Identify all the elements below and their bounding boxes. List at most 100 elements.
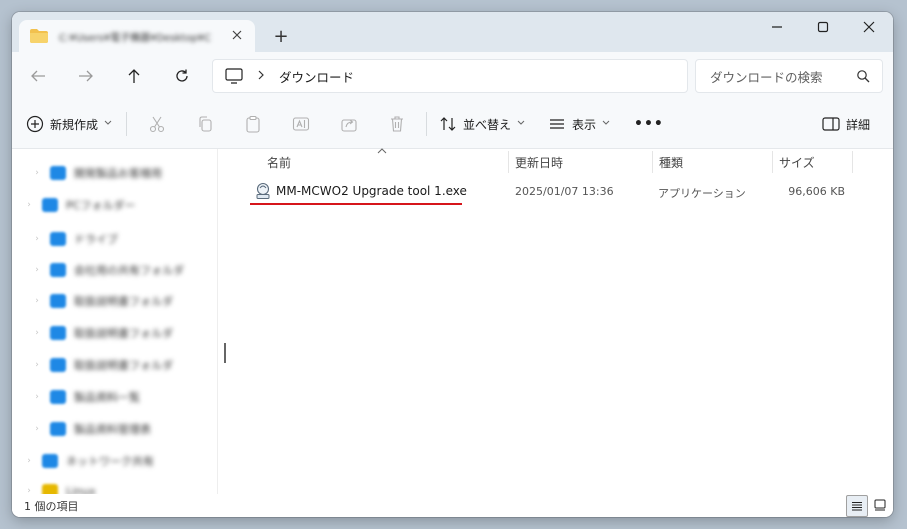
view-button[interactable]: 表示 xyxy=(548,112,610,136)
details-pane-icon xyxy=(822,117,840,131)
tiles-view-icon xyxy=(874,499,886,511)
expander-chevron-icon[interactable]: › xyxy=(32,360,42,370)
file-row[interactable]: MM-MCWO2 Upgrade tool 1.exe 2025/01/07 1… xyxy=(234,179,893,203)
refresh-icon xyxy=(176,69,188,82)
nav-pane-item[interactable]: › ドライブ xyxy=(12,227,217,251)
more-options-button[interactable]: ••• xyxy=(634,112,664,136)
nav-pane-item[interactable]: › 製品資料管理表 xyxy=(12,417,217,441)
sort-ascending-icon xyxy=(377,146,387,157)
status-bar: 1 個の項目 xyxy=(12,494,893,517)
column-header-size[interactable]: サイズ xyxy=(779,149,815,175)
nav-pane-item-label: 取扱説明書フォルダ xyxy=(74,327,173,340)
item-count: 1 個の項目 xyxy=(24,500,79,513)
address-bar[interactable]: ダウンロード xyxy=(212,59,688,93)
nav-pane-item[interactable]: › PCフォルダー xyxy=(12,193,217,217)
minimize-button[interactable] xyxy=(754,12,800,42)
nav-pane-item[interactable]: › 取扱説明書フォルダ xyxy=(12,321,217,345)
breadcrumb-downloads[interactable]: ダウンロード xyxy=(279,67,354,86)
search-icon xyxy=(856,69,870,83)
maximize-icon xyxy=(817,21,829,33)
expander-chevron-icon[interactable]: › xyxy=(24,200,34,210)
paste-button[interactable] xyxy=(244,112,262,136)
expander-chevron-icon[interactable]: › xyxy=(32,296,42,306)
folder-icon xyxy=(50,294,66,308)
rename-button[interactable] xyxy=(292,112,310,136)
title-bar: C:¥Users¥電子機器¥Desktop¥C + xyxy=(12,12,893,52)
column-divider[interactable] xyxy=(772,151,773,173)
share-button[interactable] xyxy=(340,112,358,136)
nav-pane-item-label: 開発製品お客様用 xyxy=(74,167,162,180)
details-pane-button[interactable]: 詳細 xyxy=(822,112,870,136)
breadcrumb-chevron-icon[interactable] xyxy=(257,69,265,83)
copy-button[interactable] xyxy=(196,112,214,136)
nav-pane-item[interactable]: › 製品資料一覧 xyxy=(12,385,217,409)
nav-pane-item[interactable]: › 取扱説明書フォルダ xyxy=(12,289,217,313)
folder-icon xyxy=(50,390,66,404)
folder-icon xyxy=(50,358,66,372)
file-name[interactable]: MM-MCWO2 Upgrade tool 1.exe xyxy=(276,184,467,198)
column-header-date[interactable]: 更新日時 xyxy=(515,149,563,175)
nav-pane-item[interactable]: › 取扱説明書フォルダ xyxy=(12,353,217,377)
back-button[interactable] xyxy=(24,64,52,88)
new-tab-button[interactable]: + xyxy=(269,25,293,49)
expander-chevron-icon[interactable]: › xyxy=(32,168,42,178)
expander-chevron-icon[interactable]: › xyxy=(32,392,42,402)
column-divider[interactable] xyxy=(652,151,653,173)
forward-button[interactable] xyxy=(72,64,100,88)
monitor-icon xyxy=(225,68,243,84)
nav-pane-item[interactable]: › ネットワーク共有 xyxy=(12,449,217,473)
expander-chevron-icon[interactable]: › xyxy=(24,456,34,466)
file-list: 名前 更新日時 種類 サイズ MM-MCWO2 Upgrade tool 1.e… xyxy=(234,146,893,494)
column-type-label: 種類 xyxy=(659,155,684,170)
column-header-name[interactable]: 名前 xyxy=(267,149,291,175)
close-icon xyxy=(863,21,875,33)
nav-pane-item-label: ドライブ xyxy=(74,233,118,246)
up-button[interactable] xyxy=(120,64,148,88)
main-area: › 開発製品お客様用 › PCフォルダー › ドライブ › 会社用の共有フォルダ › 取扱説明書フ… xyxy=(12,146,893,498)
navigation-bar: ダウンロード ダウンロードの検索 xyxy=(12,52,893,100)
search-input[interactable]: ダウンロードの検索 xyxy=(710,67,823,86)
column-divider[interactable] xyxy=(508,151,509,173)
close-tab-icon[interactable] xyxy=(229,28,245,44)
chevron-down-icon xyxy=(517,119,525,129)
nav-pane-item-label: 製品資料一覧 xyxy=(74,391,140,404)
file-explorer-window: C:¥Users¥電子機器¥Desktop¥C + ダウンロード ダウンロードの… xyxy=(12,12,893,517)
rename-icon xyxy=(292,117,310,131)
trash-icon xyxy=(391,116,403,132)
pane-splitter[interactable] xyxy=(224,343,226,363)
expander-chevron-icon[interactable]: › xyxy=(32,424,42,434)
sort-button[interactable]: 並べ替え xyxy=(439,112,525,136)
maximize-button[interactable] xyxy=(800,12,846,42)
command-bar: 新規作成 並べ替え 表示 ••• 詳細 xyxy=(12,100,893,149)
separator xyxy=(126,112,127,136)
column-divider[interactable] xyxy=(852,151,853,173)
details-label: 詳細 xyxy=(846,117,871,132)
large-icons-view-button[interactable] xyxy=(870,495,890,515)
chevron-down-icon xyxy=(104,119,112,129)
expander-chevron-icon[interactable]: › xyxy=(32,234,42,244)
nav-pane-item[interactable]: › 開発製品お客様用 xyxy=(12,161,217,185)
new-label: 新規作成 xyxy=(50,117,99,132)
close-window-button[interactable] xyxy=(846,12,892,42)
plus-circle-icon xyxy=(26,115,44,133)
nav-pane-item[interactable]: › 会社用の共有フォルダ xyxy=(12,258,217,282)
arrow-left-icon xyxy=(31,70,45,82)
cut-button[interactable] xyxy=(148,112,166,136)
folder-icon xyxy=(42,454,58,468)
chevron-down-icon xyxy=(602,119,610,129)
explorer-tab[interactable]: C:¥Users¥電子機器¥Desktop¥C xyxy=(19,20,255,52)
search-box[interactable]: ダウンロードの検索 xyxy=(695,59,883,93)
column-header-type[interactable]: 種類 xyxy=(659,149,683,175)
scissors-icon xyxy=(149,116,165,133)
new-button[interactable]: 新規作成 xyxy=(26,112,112,136)
installer-app-icon xyxy=(255,182,271,200)
expander-chevron-icon[interactable]: › xyxy=(32,265,42,275)
expander-chevron-icon[interactable]: › xyxy=(32,328,42,338)
delete-button[interactable] xyxy=(388,112,406,136)
refresh-button[interactable] xyxy=(168,64,196,88)
folder-icon xyxy=(50,422,66,436)
folder-icon xyxy=(29,28,51,44)
folder-icon xyxy=(42,198,58,212)
details-view-button[interactable] xyxy=(846,495,868,517)
highlight-underline xyxy=(250,203,462,205)
